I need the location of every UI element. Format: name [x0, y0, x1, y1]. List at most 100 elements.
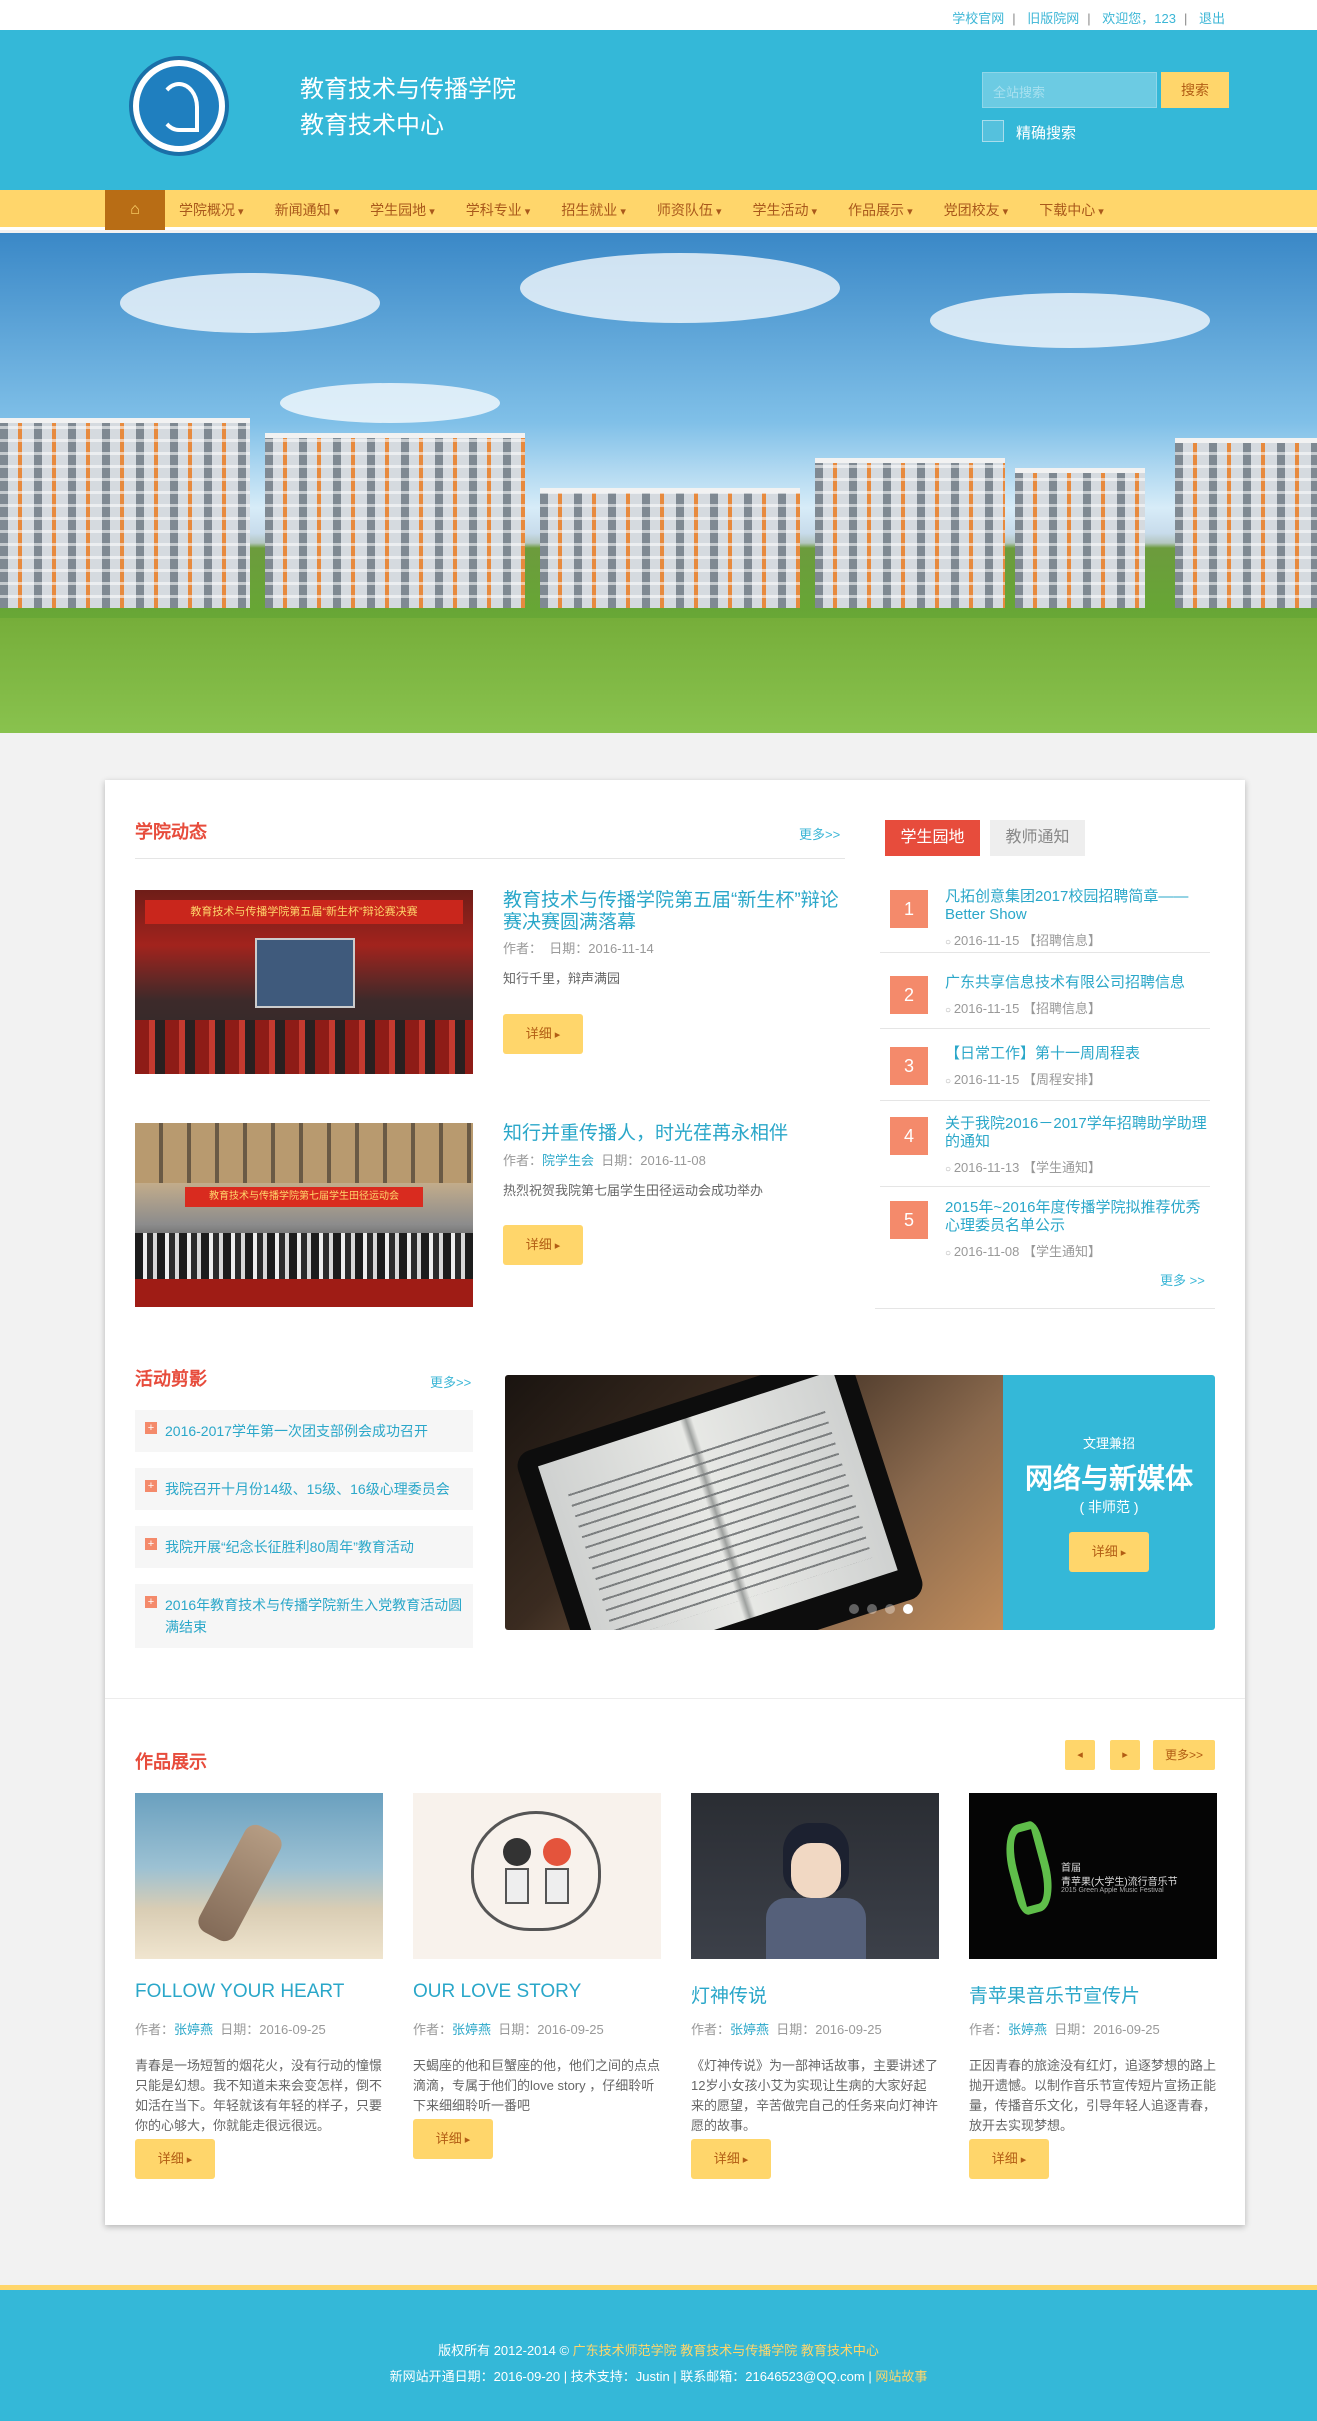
- news-summary: 知行千里，辩声满园: [503, 971, 621, 986]
- feature-title: 网络与新媒体: [1024, 1463, 1193, 1494]
- works-title: 作品展示: [135, 1752, 207, 1772]
- news-meta: 作者：院学生会 日期：2016-11-08: [503, 1153, 706, 1168]
- news-title-link[interactable]: 教育技术与传播学院第五届“新生杯”辩论赛决赛圆满落幕: [503, 890, 848, 934]
- college-news-more-link[interactable]: 更多>>: [799, 824, 840, 843]
- search-input[interactable]: 全站搜索: [982, 72, 1157, 108]
- footer-copyright: 版权所有 2012-2014 © 广东技术师范学院 教育技术与传播学院 教育技术…: [438, 2343, 879, 2358]
- nav-item[interactable]: 学生园地: [356, 190, 452, 230]
- news-meta: 作者： 日期：2016-11-14: [503, 941, 654, 956]
- news-detail-button[interactable]: 详细: [503, 1225, 583, 1265]
- rank-number: 5: [890, 1201, 928, 1239]
- work-card: 首届 青苹果(大学生)流行音乐节 2015 Green Apple Music …: [969, 1793, 1217, 2179]
- nav-item[interactable]: 学生活动: [738, 190, 834, 230]
- news-thumbnail-debate[interactable]: 教育技术与传播学院第五届“新生杯”辩论赛决赛: [135, 890, 473, 1074]
- work-title-link[interactable]: 青苹果音乐节宣传片: [969, 1981, 1140, 2008]
- feature-panel: 文理兼招 网络与新媒体 ( 非师范 ) 详细: [1003, 1375, 1215, 1630]
- notice-meta: 2016-11-15 【周程安排】: [945, 1069, 1101, 1088]
- work-detail-button[interactable]: 详细: [413, 2119, 493, 2159]
- works-more-link[interactable]: 更多>>: [1153, 1740, 1215, 1770]
- feature-note: ( 非师范 ): [1079, 1499, 1139, 1515]
- notice-meta: 2016-11-13 【学生通知】: [945, 1157, 1101, 1176]
- work-thumbnail-lamp-legend[interactable]: [691, 1793, 939, 1959]
- rank-number: 4: [890, 1117, 928, 1155]
- work-title-link[interactable]: FOLLOW YOUR HEART: [135, 1981, 344, 2003]
- nav-item[interactable]: 下载中心: [1025, 190, 1121, 230]
- tab-student-garden[interactable]: 学生园地: [885, 820, 980, 856]
- notice-title-link[interactable]: 2015年~2016年度传播学院拟推荐优秀心理委员名单公示: [945, 1199, 1215, 1235]
- site-title: 教育技术与传播学院 教育技术中心: [300, 72, 516, 144]
- rank-number: 3: [890, 1047, 928, 1085]
- notice-meta: 2016-11-08 【学生通知】: [945, 1241, 1101, 1260]
- work-meta: 作者：张婷燕 日期：2016-09-25: [969, 2022, 1160, 2037]
- rank-number: 2: [890, 976, 928, 1014]
- news-thumbnail-sports-meet[interactable]: 教育技术与传播学院第七届学生田径运动会: [135, 1123, 473, 1307]
- site-title-line2: 教育技术中心: [300, 112, 444, 139]
- list-item[interactable]: + 我院召开十月份14级、15级、16级心理委员会: [135, 1468, 473, 1510]
- work-description: 正因青春的旅途没有红灯，追逐梦想的路上抛开遗憾。以制作音乐节宣传短片宣扬正能量，…: [969, 2058, 1217, 2133]
- welcome-user-link[interactable]: 欢迎您，123: [1102, 11, 1176, 26]
- arrow-right-icon[interactable]: ▸: [1110, 1740, 1140, 1770]
- exact-search-label: 精确搜索: [1016, 125, 1077, 142]
- nav-menu: 学院概况 新闻通知 学生园地 学科专业 招生就业 师资队伍 学生活动 作品展示 …: [165, 190, 1121, 230]
- notice-title-link[interactable]: 【日常工作】第十一周周程表: [945, 1045, 1215, 1063]
- list-item[interactable]: +2016年教育技术与传播学院新生入党教育活动圆满结束: [135, 1584, 473, 1648]
- work-detail-button[interactable]: 详细: [135, 2139, 215, 2179]
- nav-item[interactable]: 新闻通知: [261, 190, 357, 230]
- list-item[interactable]: +2016-2017学年第一次团支部例会成功召开: [135, 1410, 473, 1452]
- nav-item[interactable]: 作品展示: [834, 190, 930, 230]
- campus-banner-image: [0, 233, 1317, 733]
- work-card: FOLLOW YOUR HEART 作者：张婷燕 日期：2016-09-25 青…: [135, 1793, 383, 2179]
- site-title-line1: 教育技术与传播学院: [300, 76, 516, 103]
- activity-more-link[interactable]: 更多>>: [430, 1372, 471, 1391]
- work-description: 天蝎座的他和巨蟹座的他，他们之间的点点滴滴，专属于他们的love story ，…: [413, 2058, 661, 2113]
- tab-teacher-notice[interactable]: 教师通知: [990, 820, 1085, 856]
- footer-site-story-link[interactable]: 网站故事: [875, 2369, 927, 2384]
- news-title-link[interactable]: 知行并重传播人，时光荏苒永相伴: [503, 1123, 848, 1145]
- school-logo[interactable]: [129, 56, 229, 156]
- college-news-title: 学院动态: [135, 822, 207, 842]
- plus-icon: +: [145, 1538, 157, 1550]
- list-item[interactable]: + 我院开展“纪念长征胜利80周年”教育活动: [135, 1526, 473, 1568]
- work-thumbnail-follow-your-heart[interactable]: [135, 1793, 383, 1959]
- work-meta: 作者：张婷燕 日期：2016-09-25: [135, 2022, 326, 2037]
- notice-more-link[interactable]: 更多 >>: [1160, 1270, 1205, 1289]
- nav-item[interactable]: 招生就业: [547, 190, 643, 230]
- logout-link[interactable]: 退出: [1199, 11, 1225, 26]
- slide-image-tablet-reading[interactable]: [505, 1375, 1003, 1630]
- news-summary: 热烈祝贺我院第七届学生田径运动会成功举办: [503, 1183, 764, 1198]
- work-title-link[interactable]: 灯神传说: [691, 1981, 767, 2008]
- notice-title-link[interactable]: 关于我院2016－2017学年招聘助学助理的通知: [945, 1115, 1215, 1151]
- work-description: 《灯神传说》为一部神话故事，主要讲述了12岁小女孩小艾为实现让生病的大家好起来的…: [691, 2058, 939, 2133]
- notice-meta: 2016-11-15 【招聘信息】: [945, 930, 1101, 949]
- slider-dots[interactable]: [845, 1601, 917, 1619]
- plus-icon: +: [145, 1480, 157, 1492]
- plus-icon: +: [145, 1596, 157, 1608]
- footer-college-link[interactable]: 广东技术师范学院 教育技术与传播学院 教育技术中心: [573, 2343, 879, 2358]
- nav-item[interactable]: 师资队伍: [643, 190, 739, 230]
- feature-detail-button[interactable]: 详细: [1069, 1532, 1149, 1572]
- work-card: OUR LOVE STORY 作者：张婷燕 日期：2016-09-25 天蝎座的…: [413, 1793, 661, 2173]
- nav-item[interactable]: 党团校友: [930, 190, 1026, 230]
- news-detail-button[interactable]: 详细: [503, 1014, 583, 1054]
- top-links: 学校官网 | 旧版院网 | 欢迎您，123 | 退出: [952, 11, 1225, 26]
- work-description: 青春是一场短暂的烟花火，没有行动的憧憬只能是幻想。我不知道未来会变怎样，倒不如活…: [135, 2058, 383, 2133]
- rank-number: 1: [890, 890, 928, 928]
- notice-title-link[interactable]: 凡拓创意集团2017校园招聘简章——Better Show: [945, 888, 1215, 924]
- work-detail-button[interactable]: 详细: [969, 2139, 1049, 2179]
- nav-item[interactable]: 学院概况: [165, 190, 261, 230]
- home-icon[interactable]: ⌂: [105, 190, 165, 230]
- work-meta: 作者：张婷燕 日期：2016-09-25: [413, 2022, 604, 2037]
- main-nav: ⌂ 学院概况 新闻通知 学生园地 学科专业 招生就业 师资队伍 学生活动 作品展…: [0, 190, 1317, 230]
- arrow-left-icon[interactable]: ◂: [1065, 1740, 1095, 1770]
- work-detail-button[interactable]: 详细: [691, 2139, 771, 2179]
- old-site-link[interactable]: 旧版院网: [1027, 11, 1079, 26]
- notice-title-link[interactable]: 广东共享信息技术有限公司招聘信息: [945, 974, 1215, 992]
- nav-item[interactable]: 学科专业: [452, 190, 548, 230]
- search-button[interactable]: 搜索: [1161, 72, 1229, 108]
- work-thumbnail-green-apple-festival[interactable]: 首届 青苹果(大学生)流行音乐节 2015 Green Apple Music …: [969, 1793, 1217, 1959]
- footer-info: 新网站开通日期：2016-09-20 | 技术支持：Justin | 联系邮箱：…: [389, 2369, 928, 2384]
- exact-search-checkbox[interactable]: [982, 120, 1004, 142]
- work-thumbnail-our-love-story[interactable]: [413, 1793, 661, 1959]
- school-site-link[interactable]: 学校官网: [952, 11, 1004, 26]
- work-title-link[interactable]: OUR LOVE STORY: [413, 1981, 581, 2003]
